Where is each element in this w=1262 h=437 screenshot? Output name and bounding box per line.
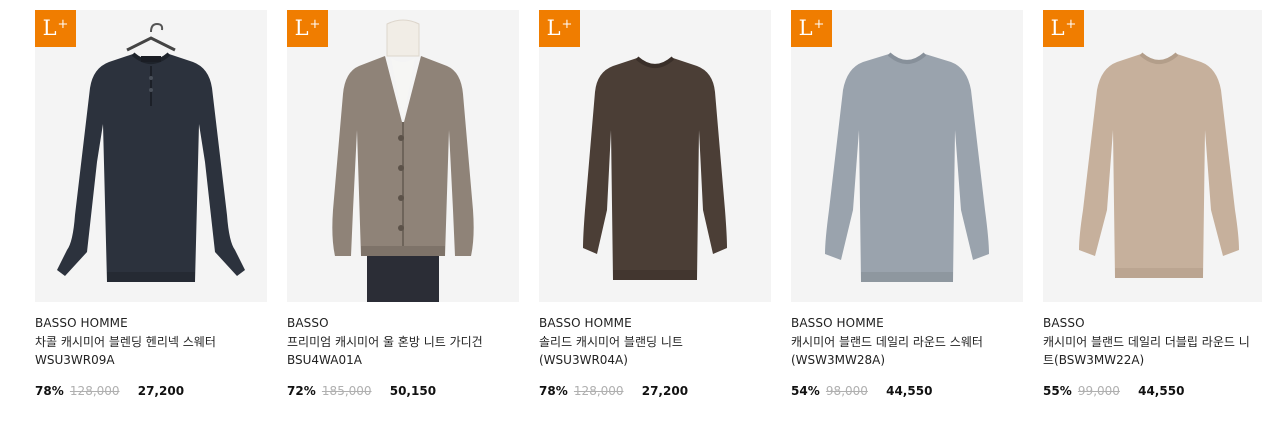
original-price: 185,000 xyxy=(321,384,372,398)
sale-price: 27,200 xyxy=(137,384,185,398)
product-image[interactable]: L+ xyxy=(791,10,1023,302)
sale-price: 50,150 xyxy=(389,384,437,398)
henley-sweater-image xyxy=(57,22,245,282)
product-brand[interactable]: BASSO HOMME xyxy=(539,316,771,330)
sale-price: 44,550 xyxy=(1138,384,1185,398)
original-price: 99,000 xyxy=(1077,384,1120,398)
product-image[interactable]: L+ xyxy=(287,10,519,302)
original-price: 128,000 xyxy=(573,384,624,398)
product-image[interactable]: L+ xyxy=(1043,10,1262,302)
product-brand[interactable]: BASSO HOMME xyxy=(791,316,1023,330)
product-brand[interactable]: BASSO xyxy=(287,316,519,330)
product-grid: L+ BASSO HOMME 차콜 캐시미어 블렌딩 헨리넥 스웨터 WSU3W… xyxy=(0,0,1262,437)
product-name[interactable]: 캐시미어 블랜드 데일리 라운드 스웨터(WSW3MW28A) xyxy=(791,333,1006,369)
lplus-badge: L+ xyxy=(35,10,76,47)
product-card[interactable]: L+ BASSO HOMME 차콜 캐시미어 블렌딩 헨리넥 스웨터 WSU3W… xyxy=(35,10,267,399)
lplus-badge: L+ xyxy=(1043,10,1084,47)
lplus-badge: L+ xyxy=(287,10,328,47)
discount-rate: 78% xyxy=(539,384,568,398)
product-brand[interactable]: BASSO xyxy=(1043,316,1262,330)
discount-rate: 54% xyxy=(791,384,820,398)
discount-rate: 55% xyxy=(1043,384,1072,398)
discount-rate: 78% xyxy=(35,384,64,398)
crewneck-sweater-image xyxy=(1079,52,1239,278)
product-card[interactable]: L+ BASSO 캐시미어 블랜드 데일리 더블립 라운드 니트(BSW3MW2… xyxy=(1043,10,1262,399)
product-image[interactable]: L+ xyxy=(539,10,771,302)
price-row: 78% 128,000 27,200 xyxy=(539,383,771,399)
product-name[interactable]: 프리미엄 캐시미어 울 혼방 니트 가디건 BSU4WA01A xyxy=(287,333,502,369)
price-row: 55% 99,000 44,550 xyxy=(1043,383,1262,399)
price-row: 54% 98,000 44,550 xyxy=(791,383,1023,399)
product-card[interactable]: L+ BASSO HOMME 솔리드 캐시미어 블랜딩 니트(WSU3WR04A… xyxy=(539,10,771,399)
sale-price: 27,200 xyxy=(641,384,689,398)
product-name[interactable]: 솔리드 캐시미어 블랜딩 니트(WSU3WR04A) xyxy=(539,333,754,369)
crewneck-sweater-image xyxy=(825,52,989,282)
price-row: 72% 185,000 50,150 xyxy=(287,383,519,399)
sale-price: 44,550 xyxy=(886,384,933,398)
original-price: 128,000 xyxy=(69,384,120,398)
product-brand[interactable]: BASSO HOMME xyxy=(35,316,267,330)
product-image[interactable]: L+ xyxy=(35,10,267,302)
lplus-badge: L+ xyxy=(539,10,580,47)
product-name[interactable]: 차콜 캐시미어 블렌딩 헨리넥 스웨터 WSU3WR09A xyxy=(35,333,250,369)
price-row: 78% 128,000 27,200 xyxy=(35,383,267,399)
product-card[interactable]: L+ BASSO HOMME 캐시미어 블랜드 데일리 라운드 스웨터(WSW3… xyxy=(791,10,1023,399)
cardigan-image xyxy=(332,19,474,302)
lplus-badge: L+ xyxy=(791,10,832,47)
crewneck-sweater-image xyxy=(583,56,727,280)
original-price: 98,000 xyxy=(825,384,868,398)
product-name[interactable]: 캐시미어 블랜드 데일리 더블립 라운드 니트(BSW3MW22A) xyxy=(1043,333,1258,369)
discount-rate: 72% xyxy=(287,384,316,398)
product-card[interactable]: L+ BASSO 프리미엄 캐시미어 울 혼방 니트 가디건 BSU4WA01A… xyxy=(287,10,519,399)
